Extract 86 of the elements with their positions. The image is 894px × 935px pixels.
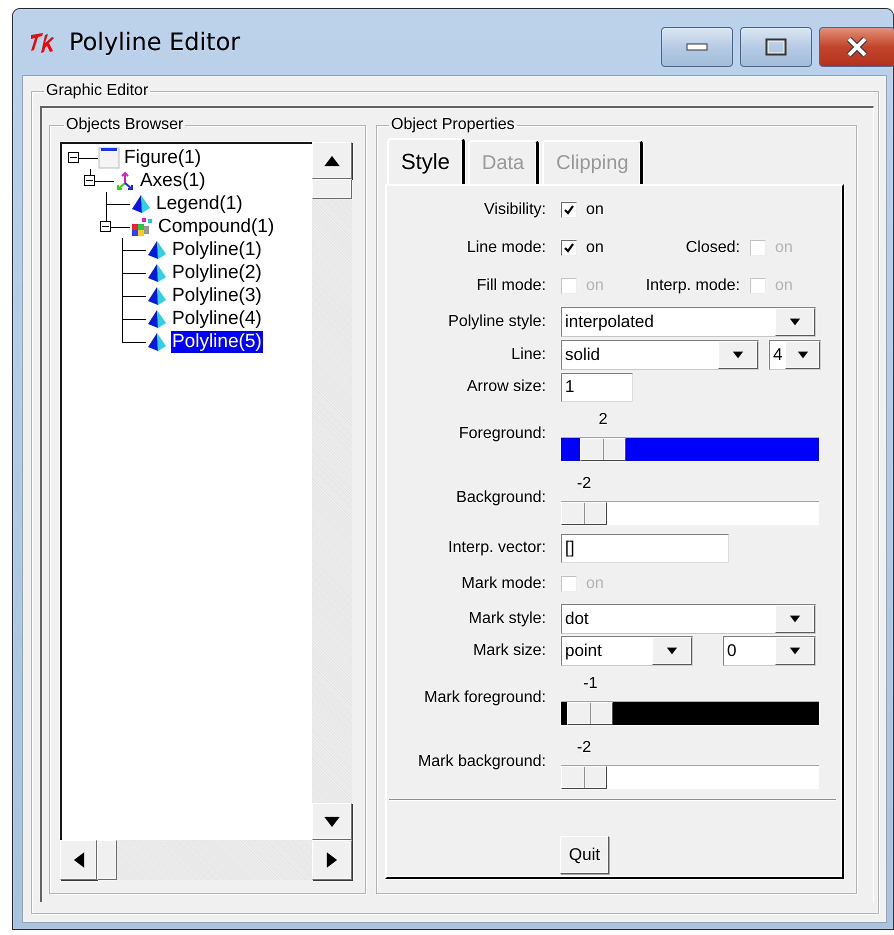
dropdown[interactable]: dot — [561, 604, 816, 634]
field-label: Background: — [455, 488, 546, 507]
field-label: Mark background: — [416, 752, 546, 771]
horizontal-scrollbar[interactable] — [60, 840, 312, 880]
tree-item[interactable]: Legend(1) — [155, 192, 244, 214]
dropdown[interactable]: solid — [561, 340, 759, 370]
dropdown[interactable]: point — [561, 636, 693, 666]
scroll-thumb[interactable] — [97, 840, 117, 880]
slider-thumb[interactable] — [567, 702, 614, 725]
minus-icon — [102, 223, 109, 230]
tree-item[interactable]: Polyline(1) — [171, 238, 263, 260]
cubes-icon — [130, 216, 154, 238]
collapse-toggle[interactable] — [100, 221, 111, 232]
tree-item[interactable]: Polyline(4) — [171, 308, 263, 330]
checkbox-label: on — [586, 575, 605, 593]
group-title: Objects Browser — [65, 116, 184, 134]
field-label: Closed: — [684, 239, 740, 257]
pyramid-icon — [146, 240, 168, 260]
pyramid-icon — [146, 286, 168, 306]
dropdown-arrow-icon — [789, 613, 801, 625]
dropdown[interactable]: interpolated — [561, 306, 816, 336]
tree-item[interactable]: Polyline(5) — [171, 330, 263, 352]
slider-value: -2 — [576, 739, 592, 758]
field-label: Mark foreground: — [423, 688, 546, 707]
scroll-thumb[interactable] — [312, 179, 352, 199]
minimize-icon — [686, 43, 708, 51]
maximize-button[interactable] — [740, 27, 812, 67]
field-label: Line: — [510, 346, 546, 364]
pyramid-icon — [146, 332, 168, 352]
tree-item[interactable]: Axes(1) — [139, 170, 206, 192]
group-title: Graphic Editor — [45, 82, 150, 100]
field-label: Visibility: — [483, 201, 546, 219]
dropdown-arrow-icon — [789, 316, 801, 328]
pyramid-icon — [146, 308, 168, 328]
checkbox-label: on — [586, 201, 605, 219]
quit-button[interactable]: Quit — [560, 836, 610, 874]
collapse-toggle[interactable] — [68, 152, 79, 163]
slider-thumb[interactable] — [561, 766, 607, 789]
field-label: Mark mode: — [460, 575, 546, 593]
field-label: Line mode: — [466, 239, 546, 257]
checkbox-label: on — [586, 239, 605, 257]
field-label: Mark size: — [472, 642, 546, 660]
field-label: Arrow size: — [466, 378, 546, 396]
input-field[interactable]: [] — [561, 534, 729, 562]
dropdown[interactable]: 4 — [769, 340, 821, 370]
field-label: Fill mode: — [476, 277, 546, 295]
dropdown-arrow-icon — [796, 348, 809, 360]
tab[interactable]: Style — [387, 138, 465, 184]
field-label: Foreground: — [458, 424, 546, 443]
minus-icon — [86, 177, 93, 184]
checkbox-label: on — [775, 239, 793, 257]
minimize-button[interactable] — [661, 27, 733, 67]
field-label: Polyline style: — [447, 312, 546, 330]
pyramid-icon — [146, 262, 168, 282]
group-title: Object Properties — [390, 116, 516, 134]
tree-item[interactable]: Polyline(2) — [171, 262, 263, 284]
checkbox[interactable] — [561, 202, 577, 218]
minus-icon — [70, 154, 77, 161]
dropdown-arrow-icon — [732, 348, 744, 360]
window-title: Polyline Editor — [69, 28, 240, 56]
tree-item[interactable]: Compound(1) — [157, 216, 276, 238]
slider-value: -2 — [576, 475, 592, 494]
slider-thumb[interactable] — [561, 502, 607, 525]
close-icon — [845, 37, 869, 57]
dropdown-arrow-icon — [666, 645, 678, 657]
dropdown-arrow-icon — [789, 645, 801, 657]
vertical-scrollbar[interactable] — [312, 142, 352, 840]
checkbox[interactable] — [561, 240, 577, 256]
close-button[interactable] — [819, 27, 894, 67]
slider-value: -1 — [582, 675, 598, 694]
checkbox-label: on — [586, 277, 605, 295]
input-field[interactable]: 1 — [561, 372, 633, 402]
window-icon — [98, 146, 120, 168]
field-label: Mark style: — [468, 610, 546, 628]
field-label: Interp. vector: — [447, 539, 546, 557]
pyramid-icon — [130, 194, 152, 214]
field-label: Interp. mode: — [644, 277, 740, 295]
slider-value: 2 — [598, 411, 609, 430]
maximize-icon — [765, 38, 787, 56]
tree-item[interactable]: Polyline(3) — [171, 284, 263, 306]
axes-icon — [114, 170, 136, 192]
checkbox-label: on — [775, 277, 793, 295]
slider-thumb[interactable] — [580, 438, 626, 461]
tree-item[interactable]: Figure(1) — [123, 146, 202, 168]
collapse-toggle[interactable] — [84, 175, 95, 186]
dropdown[interactable]: 0 — [723, 636, 816, 666]
